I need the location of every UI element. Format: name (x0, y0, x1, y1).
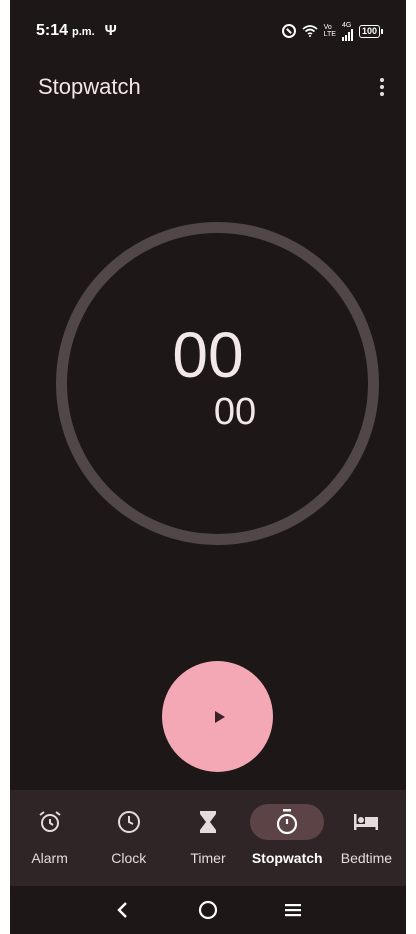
back-icon[interactable] (103, 890, 143, 930)
start-button[interactable] (162, 661, 273, 772)
battery-icon: 100 (358, 24, 384, 38)
signal-icon (341, 28, 353, 41)
clock-icon (92, 804, 166, 840)
status-icons: Vo LTE 4G 100 (281, 21, 384, 41)
nav-stopwatch[interactable]: Stopwatch (248, 790, 327, 866)
status-time-group: 5:14 p.m. Ψ (36, 22, 117, 40)
volte-indicator: Vo LTE (324, 24, 336, 38)
status-time: 5:14 (36, 22, 69, 39)
app-bar: Stopwatch (10, 62, 406, 112)
stopwatch-icon (250, 804, 325, 840)
right-border (406, 0, 416, 934)
alarm-icon (13, 804, 87, 840)
hourglass-icon (171, 804, 245, 840)
nav-bedtime-label: Bedtime (340, 850, 393, 866)
bed-icon (329, 804, 403, 840)
elapsed-hundredths: 00 (213, 391, 257, 433)
volte-top: Vo (323, 24, 332, 31)
nav-alarm[interactable]: Alarm (10, 790, 89, 866)
page-title: Stopwatch (38, 74, 141, 99)
home-icon[interactable] (188, 890, 228, 930)
more-vert-icon[interactable] (370, 72, 394, 102)
play-icon (214, 710, 225, 723)
volte-bottom: LTE (323, 31, 336, 38)
menu-icon[interactable] (273, 890, 313, 930)
nav-stopwatch-label: Stopwatch (251, 850, 323, 866)
nav-clock[interactable]: Clock (89, 790, 168, 866)
network-label: 4G (341, 21, 352, 29)
nav-timer-label: Timer (190, 850, 226, 866)
status-bar: 5:14 p.m. Ψ Vo LTE 4G 100 (10, 0, 406, 62)
wifi-icon (302, 25, 318, 37)
nav-bedtime[interactable]: Bedtime (327, 790, 406, 866)
system-navigation (10, 886, 406, 934)
left-border (0, 0, 10, 934)
nav-alarm-label: Alarm (31, 850, 68, 866)
status-ampm: p.m. (72, 26, 95, 38)
nav-clock-label: Clock (111, 850, 147, 866)
usb-icon: Ψ (104, 22, 117, 39)
network-type: 4G (341, 21, 353, 41)
bottom-navigation: Alarm Clock Timer Stopwatch Bedtime (10, 790, 406, 886)
elapsed-seconds: 00 (172, 319, 244, 391)
nav-timer[interactable]: Timer (168, 790, 247, 866)
nfc-icon (281, 24, 296, 38)
